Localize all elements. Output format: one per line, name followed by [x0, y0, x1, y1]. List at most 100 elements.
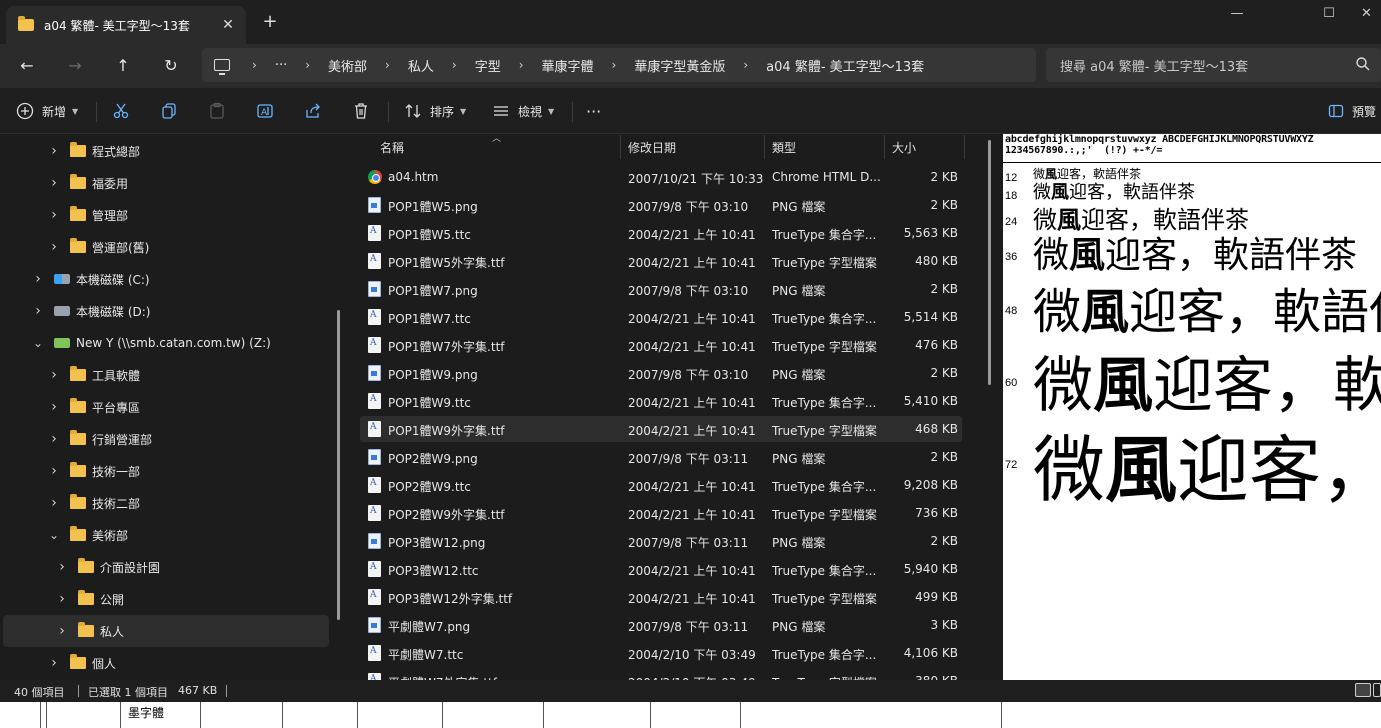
chevron-right-icon[interactable]: ›: [48, 143, 60, 159]
search-icon[interactable]: [1355, 56, 1371, 72]
sidebar-item[interactable]: ⌄ New Y (\\smb.catan.com.tw) (Z:): [0, 327, 330, 359]
sort-button[interactable]: 排序 ▼: [404, 98, 466, 124]
new-tab-button[interactable]: +: [260, 12, 280, 32]
preview-pane-button[interactable]: 預覽: [1328, 98, 1376, 124]
chevron-right-icon[interactable]: ›: [48, 175, 60, 191]
refresh-button[interactable]: ↻: [156, 52, 186, 80]
chevron-right-icon[interactable]: ›: [48, 399, 60, 415]
sidebar-item[interactable]: › 本機磁碟 (D:): [0, 295, 330, 327]
chevron-right-icon[interactable]: ›: [56, 591, 68, 607]
column-date[interactable]: 修改日期: [628, 139, 676, 156]
copy-button[interactable]: [160, 98, 178, 124]
chevron-right-icon[interactable]: ›: [32, 303, 44, 319]
file-row[interactable]: POP1體W5.png 2007/9/8 下午 03:10 PNG 檔案 2 KB: [360, 192, 962, 218]
tab-current-folder[interactable]: a04 繁體- 美工字型～13套 ✕: [6, 6, 246, 44]
chevron-right-icon[interactable]: ›: [56, 623, 68, 639]
file-row[interactable]: POP1體W7.png 2007/9/8 下午 03:10 PNG 檔案 2 KB: [360, 276, 962, 302]
sidebar-item[interactable]: › 行銷營運部: [0, 423, 330, 455]
computer-icon[interactable]: [214, 59, 230, 75]
view-button[interactable]: 檢視 ▼: [492, 98, 554, 124]
sidebar-item[interactable]: › 公開: [0, 583, 330, 615]
details-view-icon[interactable]: [1355, 683, 1371, 697]
file-row[interactable]: POP2體W9.ttc 2004/2/21 上午 10:41 TrueType 集合…: [360, 472, 962, 498]
breadcrumb-overflow[interactable]: ···: [275, 58, 287, 73]
sidebar-item[interactable]: › 程式總部: [0, 135, 330, 167]
up-button[interactable]: ↑: [108, 52, 138, 80]
file-row[interactable]: POP1體W5.ttc 2004/2/21 上午 10:41 TrueType 集合…: [360, 220, 962, 246]
chevron-right-icon[interactable]: ›: [48, 207, 60, 223]
sidebar-item[interactable]: › 私人: [3, 615, 329, 647]
sidebar-item[interactable]: › 個人: [0, 647, 330, 679]
file-row[interactable]: POP3體W12.png 2007/9/8 下午 03:11 PNG 檔案 2 KB: [360, 528, 962, 554]
chevron-right-icon[interactable]: ›: [452, 58, 457, 72]
file-row[interactable]: POP1體W9.png 2007/9/8 下午 03:10 PNG 檔案 2 KB: [360, 360, 962, 386]
chevron-right-icon[interactable]: ›: [519, 58, 524, 72]
file-row[interactable]: POP1體W7.ttc 2004/2/21 上午 10:41 TrueType 集合…: [360, 304, 962, 330]
file-row[interactable]: POP2體W9外字集.ttf 2004/2/21 上午 10:41 TrueType…: [360, 500, 962, 526]
cut-button[interactable]: [112, 98, 130, 124]
minimize-button[interactable]: —: [1214, 4, 1260, 24]
sidebar-item[interactable]: › 營運部(舊): [0, 231, 330, 263]
column-divider[interactable]: [764, 135, 765, 159]
column-name[interactable]: 名稱: [380, 139, 404, 156]
address-bar[interactable]: › ··· › 美術部 › 私人 › 字型 › 華康字體 › 華康字型黃金版 › a04 繁…: [202, 48, 1036, 82]
chevron-right-icon[interactable]: ›: [48, 495, 60, 511]
tab-close-icon[interactable]: ✕: [218, 17, 238, 33]
chevron-right-icon[interactable]: ›: [48, 463, 60, 479]
chevron-right-icon[interactable]: ›: [385, 58, 390, 72]
column-size[interactable]: 大小: [892, 139, 916, 156]
chevron-right-icon[interactable]: ›: [32, 271, 44, 287]
file-row[interactable]: 平劇體W7.ttc 2004/2/10 下午 03:49 TrueType 集合字.…: [360, 640, 962, 666]
chevron-right-icon[interactable]: ›: [252, 58, 257, 72]
sidebar-item[interactable]: › 福委用: [0, 167, 330, 199]
sidebar-item[interactable]: › 工具軟體: [0, 359, 330, 391]
chevron-down-icon[interactable]: ⌄: [32, 336, 44, 350]
chevron-right-icon[interactable]: ›: [48, 367, 60, 383]
sidebar-item[interactable]: › 技術一部: [0, 455, 330, 487]
close-window-button[interactable]: ✕: [1352, 4, 1381, 24]
column-divider[interactable]: [620, 135, 621, 159]
sidebar-item[interactable]: › 本機磁碟 (C:): [0, 263, 330, 295]
column-divider[interactable]: [884, 135, 885, 159]
breadcrumb-item[interactable]: 字型: [475, 56, 501, 75]
file-list-scrollbar[interactable]: [988, 140, 991, 385]
file-row[interactable]: POP2體W9.png 2007/9/8 下午 03:11 PNG 檔案 2 KB: [360, 444, 962, 470]
new-button[interactable]: 新增 ▼: [16, 98, 78, 124]
breadcrumb-item[interactable]: 華康字體: [542, 56, 594, 75]
tiles-view-icon[interactable]: [1373, 683, 1381, 697]
sidebar-item[interactable]: ⌄ 美術部: [0, 519, 330, 551]
rename-button[interactable]: A: [256, 98, 274, 124]
breadcrumb-item[interactable]: 私人: [408, 56, 434, 75]
chevron-right-icon[interactable]: ›: [48, 431, 60, 447]
sidebar-scrollbar[interactable]: [337, 310, 340, 620]
delete-button[interactable]: [352, 98, 370, 124]
chevron-right-icon[interactable]: ›: [305, 58, 310, 72]
paste-button[interactable]: [208, 98, 226, 124]
sidebar-item[interactable]: › 管理部: [0, 199, 330, 231]
column-divider[interactable]: [964, 135, 965, 159]
column-type[interactable]: 類型: [772, 139, 796, 156]
sidebar-item[interactable]: › 平台專區: [0, 391, 330, 423]
chevron-right-icon[interactable]: ›: [48, 655, 60, 671]
file-row[interactable]: POP3體W12.ttc 2004/2/21 上午 10:41 TrueType 集…: [360, 556, 962, 582]
file-row[interactable]: POP1體W9.ttc 2004/2/21 上午 10:41 TrueType 集合…: [360, 388, 962, 414]
breadcrumb-item-current[interactable]: a04 繁體- 美工字型～13套: [766, 56, 924, 75]
file-row[interactable]: POP1體W9外字集.ttf 2004/2/21 上午 10:41 TrueType…: [360, 416, 962, 442]
chevron-right-icon[interactable]: ›: [56, 559, 68, 575]
sidebar-item[interactable]: › 介面設計園: [0, 551, 330, 583]
breadcrumb-item[interactable]: 華康字型黃金版: [634, 56, 725, 75]
forward-button[interactable]: →: [60, 52, 90, 80]
sidebar-item[interactable]: › 技術二部: [0, 487, 330, 519]
share-button[interactable]: [304, 98, 322, 124]
chevron-right-icon[interactable]: ›: [48, 239, 60, 255]
file-row[interactable]: POP3體W12外字集.ttf 2004/2/21 上午 10:41 TrueTyp…: [360, 584, 962, 610]
maximize-button[interactable]: ☐: [1306, 4, 1352, 24]
chevron-down-icon[interactable]: ⌄: [48, 528, 60, 542]
more-options-button[interactable]: ···: [586, 98, 601, 124]
file-row[interactable]: 平劇體W7外字集.ttf2004/2/10 下午 03:49TrueType 字…: [360, 668, 962, 680]
chevron-right-icon[interactable]: ›: [612, 58, 617, 72]
chevron-right-icon[interactable]: ›: [743, 58, 748, 72]
file-row[interactable]: 平劇體W7.png 2007/9/8 下午 03:11 PNG 檔案 3 KB: [360, 612, 962, 638]
file-row[interactable]: POP1體W7外字集.ttf 2004/2/21 上午 10:41 TrueType…: [360, 332, 962, 358]
file-row[interactable]: POP1體W5外字集.ttf 2004/2/21 上午 10:41 TrueType…: [360, 248, 962, 274]
